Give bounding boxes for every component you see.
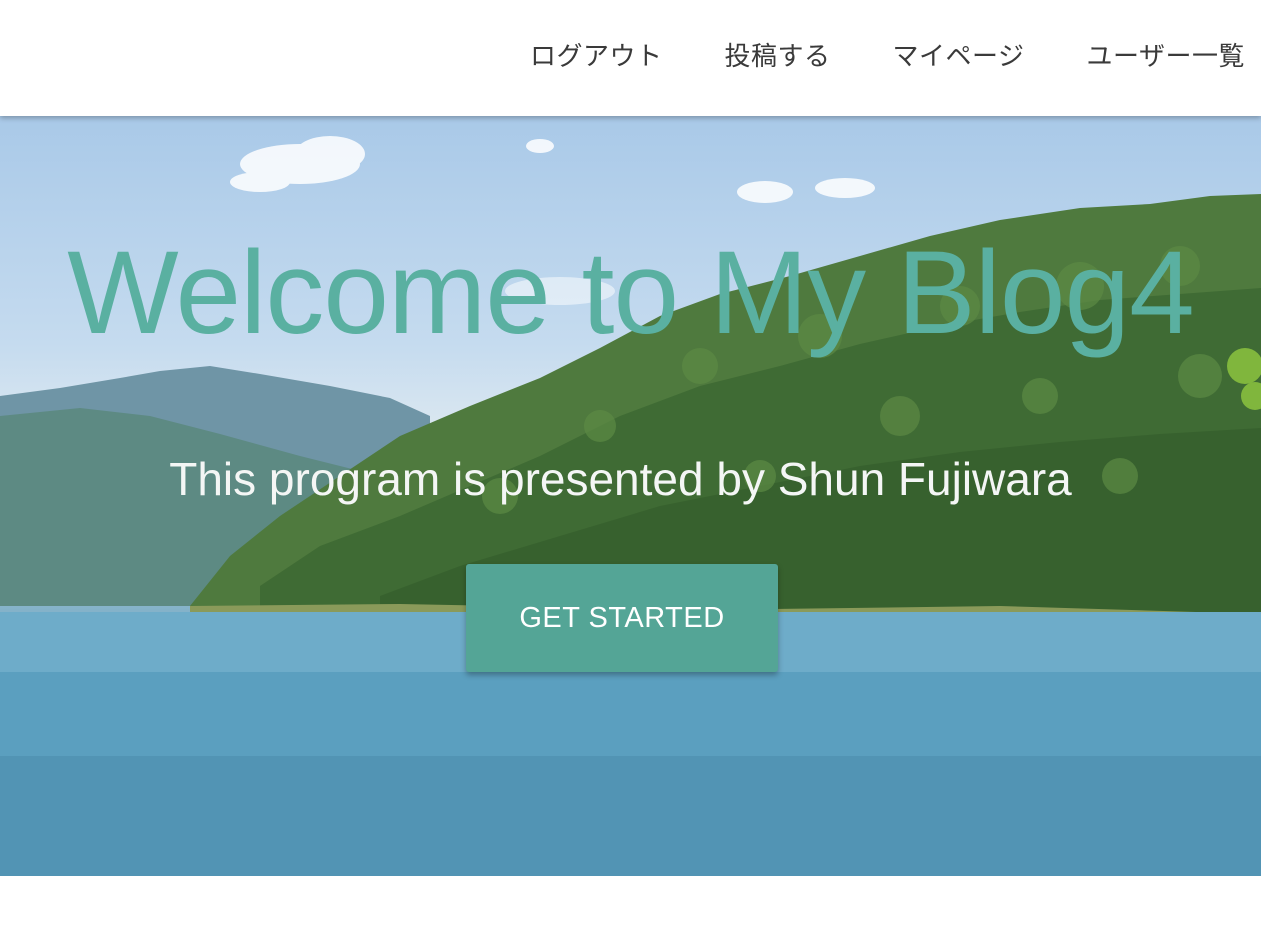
hero-subtitle: This program is presented by Shun Fujiwa… [169,453,1072,505]
nav-item-users: ユーザー一覧 [1087,36,1245,73]
nav-item-logout: ログアウト [530,36,663,73]
mypage-link[interactable]: マイページ [893,42,1025,72]
hero-title: Welcome to My Blog4 [67,227,1195,359]
nav-item-post: 投稿する [725,36,831,73]
hero-section: Welcome to My Blog4 This program is pres… [0,116,1261,876]
get-started-button[interactable]: GET STARTED [466,564,778,672]
logout-link[interactable]: ログアウト [530,42,663,72]
nav-menu: ログアウト 投稿する マイページ ユーザー一覧 [468,0,1245,108]
nav-item-mypage: マイページ [893,36,1025,73]
post-link[interactable]: 投稿する [725,42,831,72]
user-list-link[interactable]: ユーザー一覧 [1087,42,1245,72]
top-navbar: ログアウト 投稿する マイページ ユーザー一覧 [0,0,1261,116]
